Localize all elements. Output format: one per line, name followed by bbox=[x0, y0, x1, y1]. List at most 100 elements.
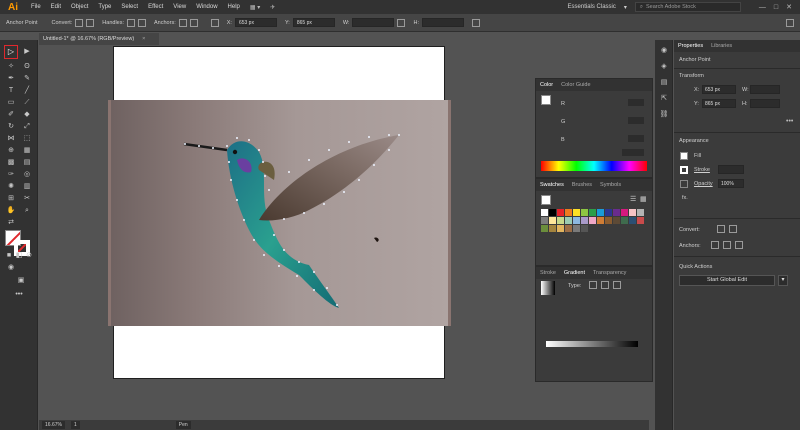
slice-tool[interactable]: ✂ bbox=[22, 194, 32, 204]
swatch-fill-preview[interactable] bbox=[541, 195, 551, 205]
channel-b-field[interactable] bbox=[628, 135, 644, 142]
handles-hide-icon[interactable] bbox=[138, 18, 147, 27]
eraser-tool[interactable]: ◆ bbox=[22, 110, 32, 120]
prop-anchor-options-icon[interactable] bbox=[735, 241, 743, 249]
more-options-icon[interactable]: ••• bbox=[786, 118, 793, 125]
y-field[interactable]: 865 px bbox=[292, 18, 335, 27]
workspace-layout-icon[interactable]: ▦ ▾ bbox=[245, 4, 265, 11]
export-icon[interactable]: ⇱ bbox=[659, 94, 669, 104]
prop-h-field[interactable] bbox=[750, 99, 780, 108]
current-tool-status[interactable]: Pen bbox=[175, 421, 191, 429]
color-swatch[interactable] bbox=[557, 225, 564, 232]
grid-view-icon[interactable]: ▦ bbox=[640, 195, 647, 203]
color-swatch[interactable] bbox=[573, 209, 580, 216]
color-panel-icon[interactable]: ◉ bbox=[659, 46, 669, 56]
stroke-weight-field[interactable] bbox=[718, 165, 744, 174]
edit-toolbar-icon[interactable]: ••• bbox=[14, 290, 24, 300]
lasso-tool[interactable]: ʘ bbox=[22, 62, 32, 72]
libraries-panel-icon[interactable]: ▤ bbox=[659, 78, 669, 88]
channel-g-field[interactable] bbox=[628, 117, 644, 124]
radial-gradient-icon[interactable] bbox=[601, 281, 609, 289]
curvature-tool[interactable]: ✎ bbox=[22, 74, 32, 84]
list-view-icon[interactable]: ☰ bbox=[630, 195, 636, 203]
w-field[interactable] bbox=[352, 18, 395, 27]
shaper-tool[interactable]: ✐ bbox=[6, 110, 16, 120]
rocket-icon[interactable]: ✈ bbox=[265, 4, 280, 11]
color-swatch[interactable] bbox=[541, 225, 548, 232]
menu-select[interactable]: Select bbox=[116, 4, 143, 10]
menu-window[interactable]: Window bbox=[191, 4, 222, 10]
menu-object[interactable]: Object bbox=[66, 4, 93, 10]
color-swatch[interactable] bbox=[589, 209, 596, 216]
color-swatch[interactable] bbox=[589, 217, 596, 224]
gradient-preview[interactable] bbox=[541, 281, 555, 295]
freeform-gradient-icon[interactable] bbox=[613, 281, 621, 289]
menu-type[interactable]: Type bbox=[93, 4, 116, 10]
free-transform-tool[interactable]: ⬚ bbox=[22, 134, 32, 144]
menu-edit[interactable]: Edit bbox=[46, 4, 66, 10]
tab-properties[interactable]: Properties bbox=[678, 43, 703, 49]
gradient-mode-icon[interactable]: ◧ bbox=[14, 251, 24, 261]
color-swatch[interactable] bbox=[565, 209, 572, 216]
eyedropper-tool[interactable]: ✑ bbox=[6, 170, 16, 180]
color-swatch[interactable] bbox=[581, 217, 588, 224]
convert-corner-icon[interactable] bbox=[75, 18, 84, 27]
align-icon[interactable] bbox=[210, 18, 219, 27]
color-swatch[interactable] bbox=[549, 209, 556, 216]
color-swatch[interactable] bbox=[565, 217, 572, 224]
prop-convert-corner-icon[interactable] bbox=[717, 225, 725, 233]
color-swatch[interactable] bbox=[541, 209, 548, 216]
perspective-grid-tool[interactable]: ▦ bbox=[22, 146, 32, 156]
tab-libraries[interactable]: Libraries bbox=[711, 43, 732, 49]
global-edit-options-button[interactable]: ▾ bbox=[778, 275, 788, 286]
prop-y-field[interactable]: 865 px bbox=[702, 99, 736, 108]
color-swatch[interactable] bbox=[581, 209, 588, 216]
color-swatch[interactable] bbox=[621, 217, 628, 224]
type-tool[interactable]: T bbox=[6, 86, 16, 96]
prop-cut-path-icon[interactable] bbox=[723, 241, 731, 249]
prop-x-field[interactable]: 653 px bbox=[702, 85, 736, 94]
convert-smooth-icon[interactable] bbox=[86, 18, 95, 27]
shape-builder-tool[interactable]: ⊕ bbox=[6, 146, 16, 156]
pen-tool[interactable]: ✒ bbox=[6, 74, 16, 84]
hummingbird-image[interactable] bbox=[108, 100, 451, 326]
color-swatch[interactable] bbox=[613, 217, 620, 224]
stroke-swatch-small[interactable] bbox=[680, 166, 688, 174]
scale-tool[interactable]: ⤢ bbox=[22, 122, 32, 132]
color-swatch[interactable] bbox=[637, 209, 644, 216]
paintbrush-tool[interactable]: ⟋ bbox=[22, 98, 32, 108]
tab-swatches[interactable]: Swatches bbox=[540, 182, 564, 188]
linear-gradient-icon[interactable] bbox=[589, 281, 597, 289]
hex-field[interactable] bbox=[622, 149, 644, 156]
opacity-label[interactable]: Opacity bbox=[694, 181, 713, 187]
minimize-icon[interactable]: — bbox=[759, 4, 766, 11]
tab-stroke[interactable]: Stroke bbox=[540, 270, 556, 276]
x-field[interactable]: 653 px bbox=[234, 18, 277, 27]
color-swatch[interactable] bbox=[621, 209, 628, 216]
symbol-sprayer-tool[interactable]: ✺ bbox=[6, 182, 16, 192]
color-swatch[interactable] bbox=[597, 217, 604, 224]
rectangle-tool[interactable]: ▭ bbox=[6, 98, 16, 108]
color-swatch[interactable] bbox=[549, 217, 556, 224]
opacity-swatch-small[interactable] bbox=[680, 180, 688, 188]
color-swatch[interactable] bbox=[581, 225, 588, 232]
swap-fill-stroke-icon[interactable]: ⇄ bbox=[6, 218, 16, 228]
color-swatch[interactable] bbox=[573, 225, 580, 232]
color-swatch[interactable] bbox=[637, 217, 644, 224]
cut-path-icon[interactable] bbox=[189, 18, 198, 27]
chevron-down-icon[interactable]: ▾ bbox=[624, 4, 627, 11]
channel-r-field[interactable] bbox=[628, 99, 644, 106]
color-swatch[interactable] bbox=[557, 217, 564, 224]
draw-mode-icon[interactable]: ◉ bbox=[6, 263, 16, 273]
screen-mode-icon[interactable]: ▣ bbox=[16, 276, 26, 286]
artboard-tool[interactable]: ⊞ bbox=[6, 194, 16, 204]
artboard-nav[interactable]: 1 bbox=[70, 421, 80, 429]
rotate-tool[interactable]: ↻ bbox=[6, 122, 16, 132]
width-tool[interactable]: ⋈ bbox=[6, 134, 16, 144]
fill-swatch-small[interactable] bbox=[680, 152, 688, 160]
selection-tool[interactable]: ▷ bbox=[4, 45, 18, 59]
none-mode-icon[interactable]: ⊘ bbox=[24, 251, 34, 261]
color-swatch[interactable] bbox=[541, 217, 548, 224]
color-swatch[interactable] bbox=[565, 225, 572, 232]
tab-gradient[interactable]: Gradient bbox=[564, 270, 585, 276]
